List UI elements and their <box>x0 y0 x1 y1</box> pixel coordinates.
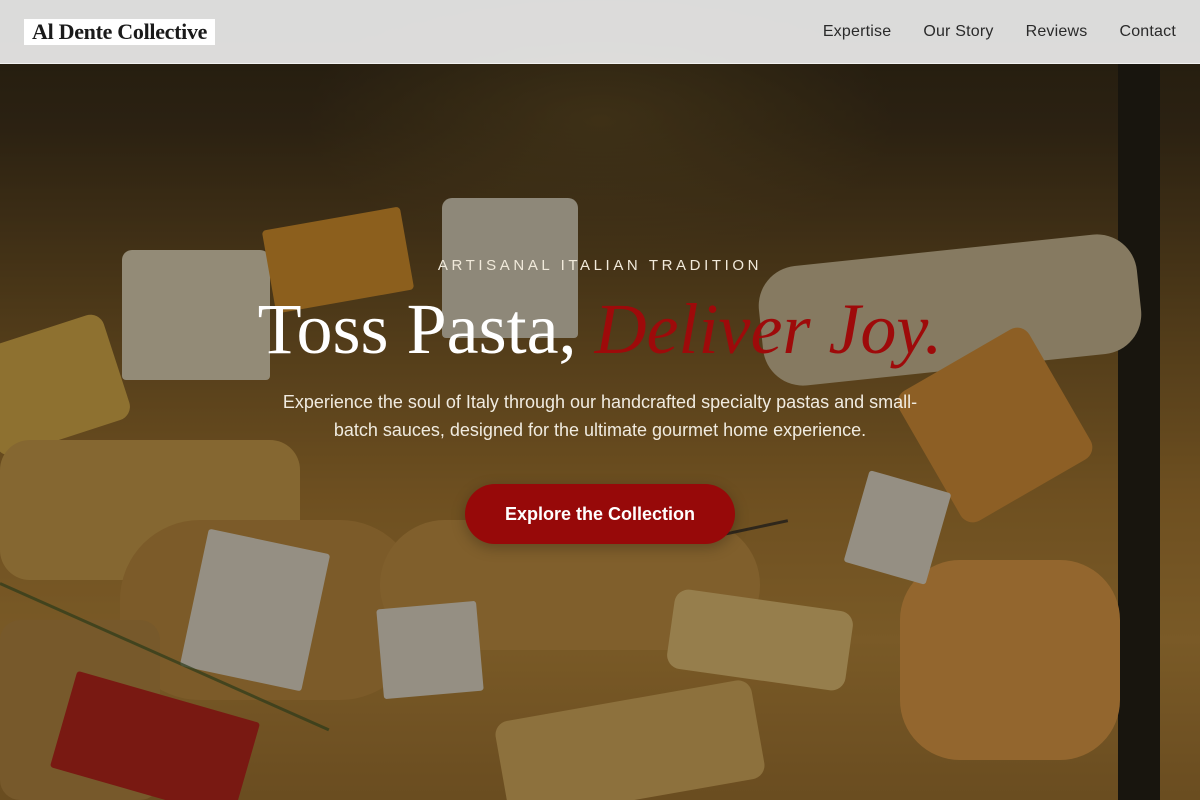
hero-section: ARTISANAL ITALIAN TRADITION Toss Pasta, … <box>0 0 1200 800</box>
hero-headline: Toss Pasta, Deliver Joy. <box>0 288 1200 370</box>
hero-subtitle: Experience the soul of Italy through our… <box>282 392 918 440</box>
headline-accent: Deliver Joy. <box>594 289 943 369</box>
explore-collection-button[interactable]: Explore the Collection <box>465 484 735 544</box>
hero-eyebrow: ARTISANAL ITALIAN TRADITION <box>437 257 763 274</box>
headline-plain: Toss Pasta, <box>257 289 595 369</box>
